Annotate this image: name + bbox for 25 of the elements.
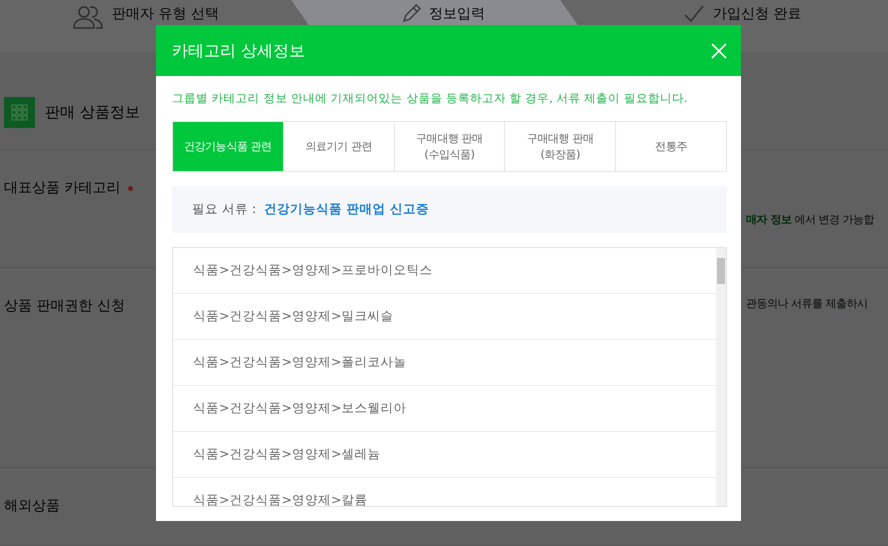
category-item: 식품>건강식품>영양제>보스웰리아 <box>173 386 716 432</box>
category-item: 식품>건강식품>영양제>폴리코사놀 <box>173 340 716 386</box>
document-name: 건강기능식품 판매업 신고증 <box>264 200 429 218</box>
step-tab[interactable]: 가입신청 완료 <box>596 0 888 52</box>
document-label: 필요 서류 : <box>192 200 256 218</box>
close-button[interactable] <box>709 40 729 60</box>
step-label: 정보입력 <box>428 5 485 24</box>
scrollbar[interactable] <box>716 248 726 506</box>
step-label: 판매자 유형 선택 <box>112 5 220 24</box>
section-title: 판매 상품정보 <box>45 102 140 124</box>
grid-icon <box>4 97 35 128</box>
field-note: 관동의나 서류를 제출하시 <box>746 296 868 312</box>
field-note: 매자 정보 에서 변경 가능합 <box>746 212 876 228</box>
check-icon <box>683 4 706 24</box>
step-label: 가입신청 완료 <box>713 5 802 24</box>
category-item: 식품>건강식품>영양제>프로바이오틱스 <box>173 248 716 294</box>
notice-text: 그룹별 카테고리 정보 안내에 기재되어있는 상품을 등록하고자 할 경우, 서류 제출이 필요합니다. <box>172 90 689 107</box>
field-label: 상품 판매권한 신청 <box>4 297 125 316</box>
modal-title: 카테고리 상세정보 <box>172 40 306 62</box>
pencil-icon <box>402 4 421 22</box>
people-icon <box>72 4 104 30</box>
field-label: 대표상품 카테고리 <box>4 179 120 198</box>
category-item: 식품>건강식품>영양제>셀레늄 <box>173 432 716 478</box>
category-item: 식품>건강식품>영양제>밀크씨슬 <box>173 294 716 340</box>
field-label: 해외상품 <box>4 497 60 516</box>
